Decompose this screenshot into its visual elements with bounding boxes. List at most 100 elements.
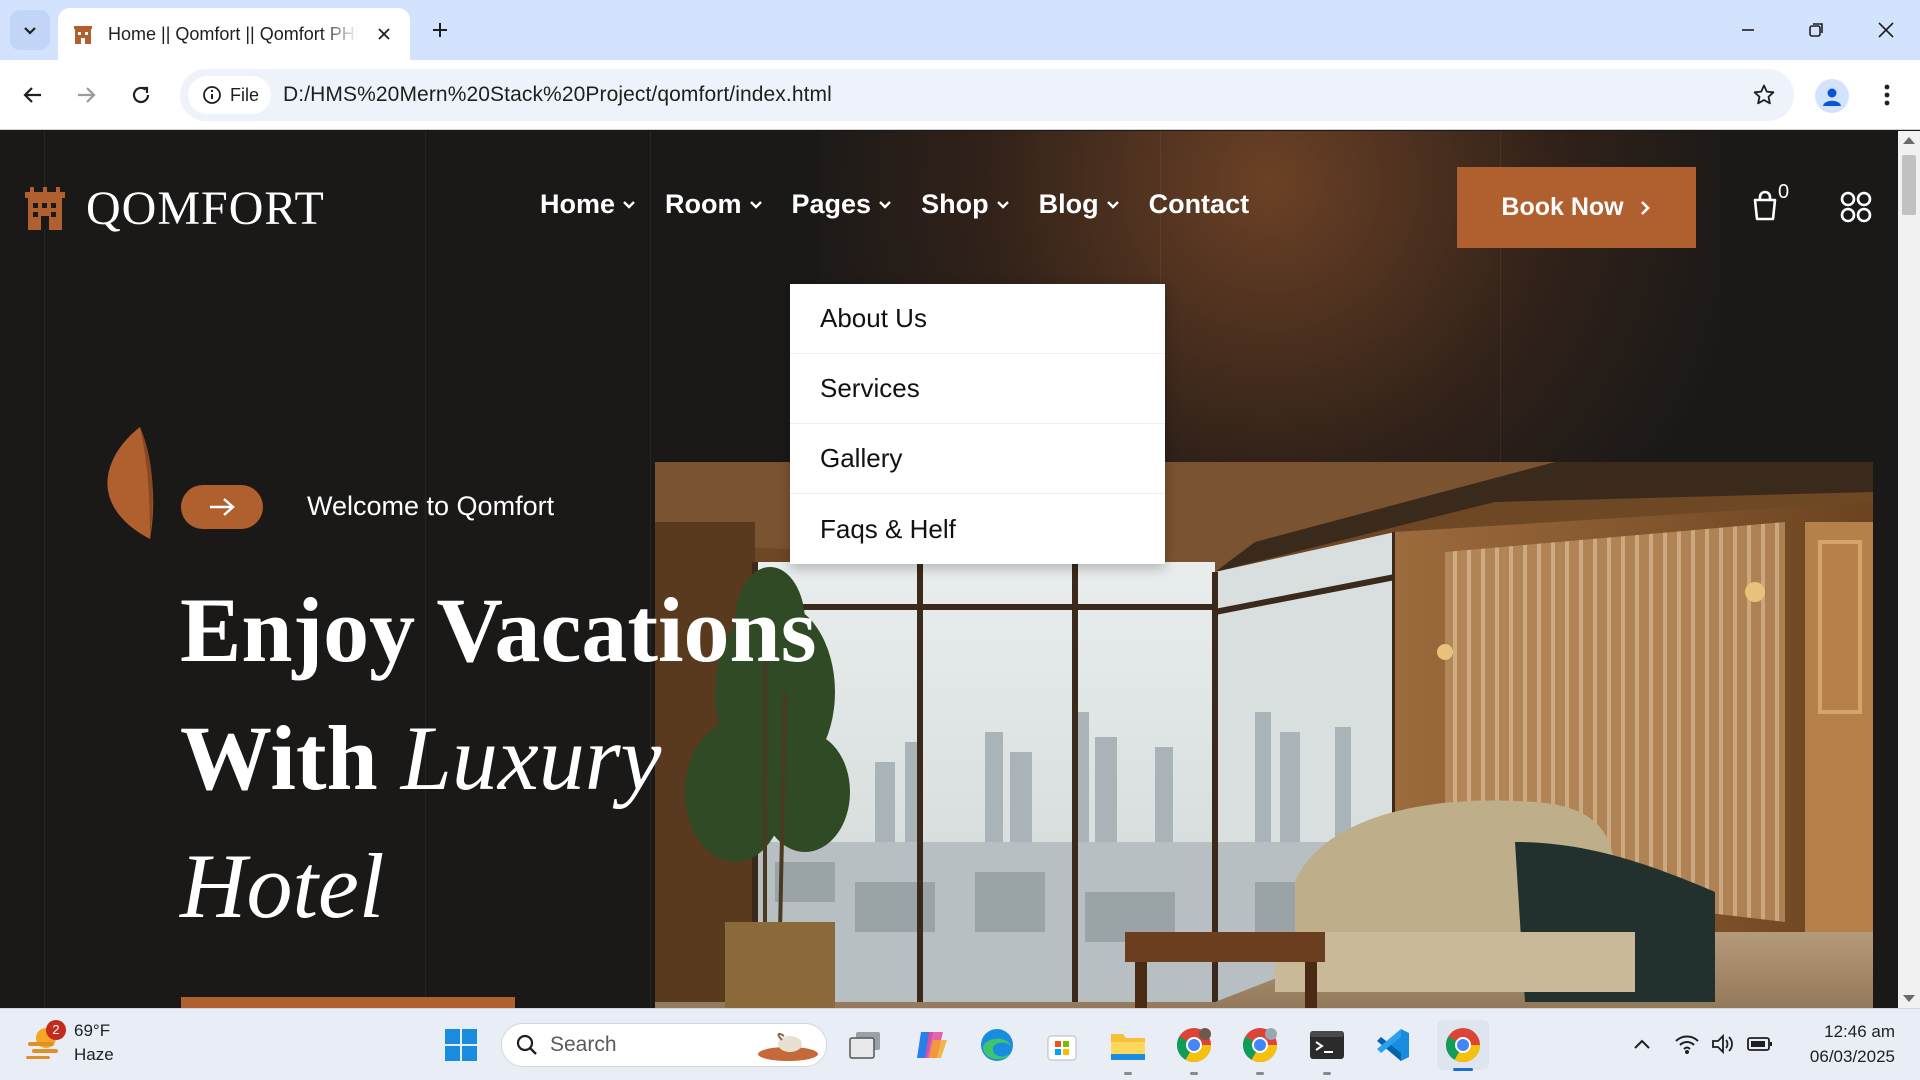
hero-title-line: Enjoy Vacations (180, 579, 817, 681)
site-chip-label: File (230, 84, 260, 105)
main-navigation: Home Room Pages Shop Blog Contact (540, 189, 1249, 220)
volume-icon (1712, 1033, 1733, 1055)
bookmark-button[interactable] (1748, 79, 1780, 111)
chevron-up-icon (1634, 1039, 1650, 1049)
clock-date: 06/03/2025 (1809, 1047, 1895, 1066)
dropdown-item-gallery[interactable]: Gallery (790, 424, 1165, 494)
dropdown-item-faqs[interactable]: Faqs & Helf (790, 494, 1165, 564)
running-indicator (1124, 1072, 1132, 1075)
search-icon (516, 1034, 537, 1055)
hero-title: Enjoy Vacations With Luxury Hotel (180, 566, 817, 950)
battery-button[interactable] (1745, 1029, 1775, 1059)
nav-item-room[interactable]: Room (665, 189, 764, 220)
profile-button[interactable] (1815, 79, 1849, 113)
edge-icon (981, 1029, 1013, 1061)
store-icon (1047, 1035, 1077, 1061)
wifi-icon (1675, 1035, 1699, 1054)
new-tab-button[interactable] (424, 14, 456, 46)
back-icon (23, 87, 41, 103)
terminal-button[interactable] (1305, 1023, 1349, 1075)
nav-item-label: Contact (1148, 189, 1250, 219)
store-button[interactable] (1040, 1023, 1084, 1067)
browser-menu-button[interactable] (1872, 75, 1902, 115)
show-hidden-icons-button[interactable] (1627, 1029, 1657, 1059)
cart-count: 0 (1778, 181, 1790, 203)
dropdown-item-services[interactable]: Services (790, 354, 1165, 424)
weather-temperature: 69°F (74, 1021, 111, 1040)
vscode-icon (1377, 1029, 1409, 1061)
task-view-button[interactable] (843, 1023, 887, 1067)
taskbar-clock[interactable]: 12:46 am 06/03/2025 (1795, 1019, 1895, 1069)
browser-tab-active[interactable]: Home || Qomfort || Qomfort PHP (58, 8, 410, 60)
start-button[interactable] (439, 1023, 483, 1067)
chrome-icon (1243, 1028, 1277, 1062)
windows-start-icon (445, 1029, 477, 1061)
nav-item-label: Room (665, 189, 742, 219)
nav-item-blog[interactable]: Blog (1039, 189, 1121, 220)
welcome-arrow-badge (181, 485, 263, 529)
terminal-icon (1310, 1031, 1344, 1059)
task-view-icon (849, 1032, 880, 1059)
running-indicator (1256, 1072, 1264, 1075)
chrome-profile-1-button[interactable] (1172, 1023, 1216, 1075)
dropdown-item-about-us[interactable]: About Us (790, 284, 1165, 354)
nav-item-shop[interactable]: Shop (921, 189, 1011, 220)
hotel-icon (74, 26, 92, 44)
forward-button[interactable] (66, 75, 106, 115)
nav-item-label: Blog (1038, 189, 1099, 219)
battery-icon (1747, 1037, 1772, 1051)
browser-tab-bar: Home || Qomfort || Qomfort PHP (0, 0, 1920, 60)
weather-description: Haze (74, 1045, 114, 1064)
address-bar[interactable]: File D:/HMS%20Mern%20Stack%20Project/qom… (180, 69, 1794, 121)
grid-line (44, 131, 45, 1008)
nav-item-home[interactable]: Home (540, 189, 637, 220)
cart-icon[interactable] (1750, 189, 1780, 221)
chevron-down-icon (1106, 200, 1119, 209)
chrome-profile-2-button[interactable] (1238, 1023, 1282, 1075)
book-now-button[interactable]: Book Now (1457, 167, 1696, 248)
copilot-icon (917, 1032, 947, 1058)
reload-button[interactable] (121, 75, 161, 115)
nav-item-pages[interactable]: Pages (792, 189, 894, 220)
profile-icon (1823, 88, 1841, 106)
restore-button[interactable] (1792, 10, 1840, 50)
minimize-button[interactable] (1724, 10, 1772, 50)
browser-toolbar: File D:/HMS%20Mern%20Stack%20Project/qom… (0, 60, 1920, 130)
tab-list-icon (24, 27, 36, 35)
grid-icon[interactable] (1840, 191, 1872, 223)
restore-icon (1809, 23, 1823, 37)
edge-button[interactable] (975, 1023, 1019, 1067)
taskbar-search[interactable]: Search (501, 1023, 827, 1067)
pages-dropdown-menu: About Us Services Gallery Faqs & Helf (790, 284, 1165, 564)
page-scrollbar[interactable] (1898, 131, 1920, 1008)
volume-button[interactable] (1708, 1029, 1738, 1059)
hotel-icon (25, 186, 65, 230)
tab-list-button[interactable] (10, 10, 50, 50)
scroll-down-arrow[interactable] (1903, 995, 1915, 1002)
tab-close-button[interactable] (372, 22, 396, 46)
site-logo[interactable]: QOMFORT (22, 181, 325, 236)
chrome-icon (1446, 1028, 1480, 1062)
url-text[interactable]: D:/HMS%20Mern%20Stack%20Project/qomfort/… (283, 83, 832, 107)
wifi-button[interactable] (1672, 1029, 1702, 1059)
vscode-button[interactable] (1371, 1023, 1415, 1067)
close-window-button[interactable] (1862, 10, 1910, 50)
chevron-down-icon (749, 200, 762, 209)
running-indicator (1190, 1072, 1198, 1075)
nav-item-contact[interactable]: Contact (1149, 189, 1250, 220)
chevron-right-icon (1640, 200, 1650, 215)
scrollbar-thumb[interactable] (1902, 155, 1916, 215)
clock-time: 12:46 am (1824, 1022, 1895, 1041)
hero-cta-button[interactable] (181, 997, 515, 1008)
active-indicator (1453, 1068, 1473, 1071)
weather-widget[interactable]: 2 69°F Haze (24, 1019, 114, 1067)
chrome-active-button[interactable] (1437, 1020, 1489, 1071)
hero-welcome-text: Welcome to Qomfort (307, 491, 555, 521)
scroll-up-arrow[interactable] (1903, 137, 1915, 144)
reload-icon (132, 86, 150, 104)
back-button[interactable] (13, 75, 53, 115)
file-explorer-icon (1111, 1034, 1145, 1060)
site-info-chip[interactable]: File (188, 76, 272, 114)
file-explorer-button[interactable] (1106, 1023, 1150, 1075)
copilot-button[interactable] (909, 1023, 953, 1067)
